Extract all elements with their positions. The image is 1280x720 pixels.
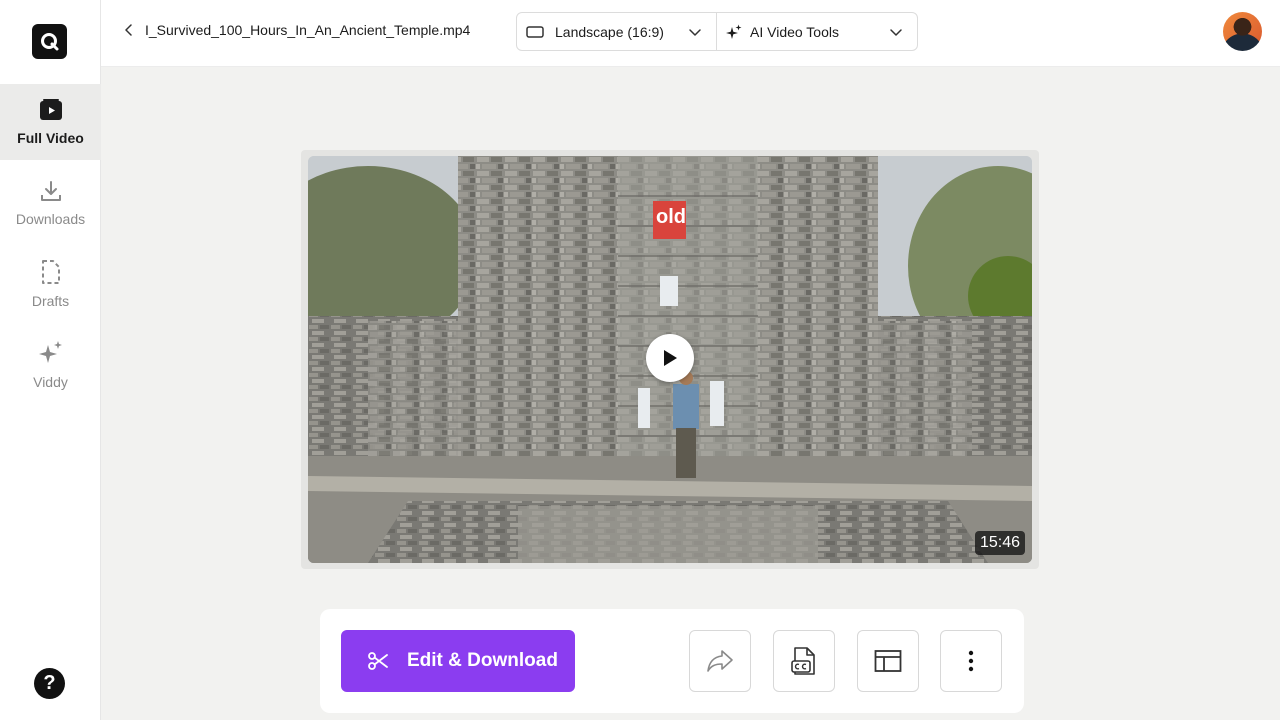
sidebar: Full Video Downloads Drafts Viddy ? — [0, 0, 101, 720]
play-square-icon — [39, 99, 62, 120]
draft-file-icon — [41, 260, 60, 284]
layout-button[interactable] — [857, 630, 919, 692]
help-button[interactable]: ? — [34, 668, 65, 699]
top-bar: I_Survived_100_Hours_In_An_Ancient_Templ… — [101, 0, 1280, 67]
help-icon: ? — [43, 672, 56, 694]
back-button[interactable]: I_Survived_100_Hours_In_An_Ancient_Templ… — [123, 22, 470, 38]
landscape-frame-icon — [526, 25, 544, 38]
sidebar-item-label: Downloads — [15, 211, 86, 227]
aspect-ratio-label: Landscape (16:9) — [555, 23, 664, 40]
chevron-left-icon — [125, 24, 132, 36]
sidebar-item-label: Full Video — [17, 130, 84, 146]
ai-video-tools-dropdown[interactable]: AI Video Tools — [717, 13, 917, 50]
user-avatar[interactable] — [1223, 12, 1262, 51]
video-thumbnail[interactable]: old 15:46 — [308, 156, 1032, 563]
play-icon — [664, 350, 677, 366]
video-player: old 15:46 — [301, 150, 1039, 569]
sparkle-icon — [38, 341, 62, 363]
edit-and-download-button[interactable]: Edit & Download — [341, 630, 575, 692]
edit-and-download-label: Edit & Download — [407, 650, 558, 671]
logo-icon — [40, 32, 58, 50]
more-vertical-icon — [968, 650, 974, 672]
download-icon — [40, 181, 61, 201]
sidebar-item-full-video[interactable]: Full Video — [0, 84, 101, 160]
sidebar-item-viddy[interactable]: Viddy — [0, 327, 101, 403]
sidebar-item-label: Drafts — [31, 293, 70, 309]
more-options-button[interactable] — [940, 630, 1002, 692]
layout-icon — [874, 650, 902, 672]
action-bar: Edit & Download — [320, 609, 1024, 713]
play-button[interactable] — [646, 334, 694, 382]
share-button[interactable] — [689, 630, 751, 692]
chevron-down-icon — [890, 28, 902, 36]
video-overlay-text: old — [656, 206, 686, 228]
app-logo[interactable] — [32, 24, 67, 59]
video-duration: 15:46 — [974, 531, 1025, 555]
aspect-ratio-dropdown[interactable]: Landscape (16:9) — [517, 13, 717, 50]
sidebar-item-drafts[interactable]: Drafts — [0, 246, 101, 322]
sidebar-item-label: Viddy — [33, 374, 68, 390]
ai-sparkle-icon — [726, 24, 742, 39]
scissors-icon — [368, 652, 388, 670]
file-name: I_Survived_100_Hours_In_An_Ancient_Templ… — [145, 22, 471, 38]
closed-captions-file-icon — [791, 647, 815, 675]
chevron-down-icon — [689, 28, 701, 36]
ai-video-tools-label: AI Video Tools — [750, 23, 839, 40]
captions-button[interactable] — [773, 630, 835, 692]
toolbar-dropdowns: Landscape (16:9) AI Video Tools — [516, 12, 918, 51]
share-arrow-icon — [707, 650, 733, 672]
sidebar-item-downloads[interactable]: Downloads — [0, 165, 101, 241]
